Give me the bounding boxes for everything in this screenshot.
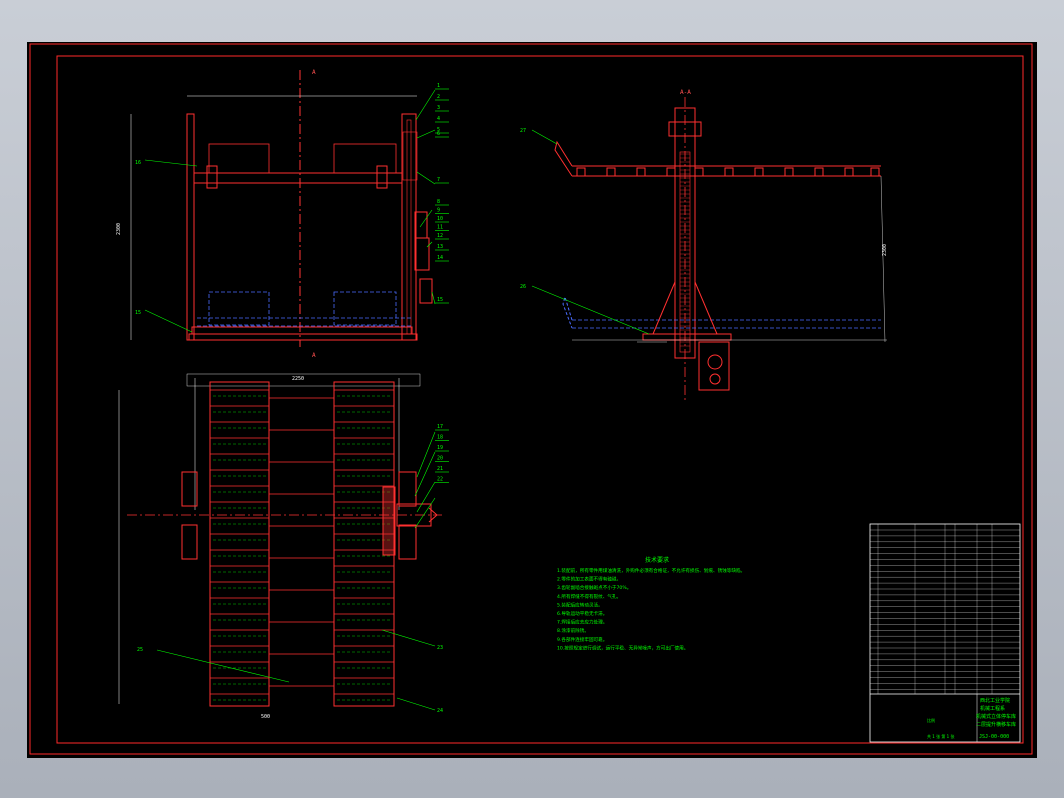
- callout-label: 6: [437, 131, 440, 137]
- svg-text:A: A: [312, 69, 316, 76]
- callout-label: 11: [437, 225, 443, 231]
- side-section-view: A-A 2300 27 26: [520, 89, 888, 402]
- callout-label: 18: [437, 435, 443, 441]
- technical-requirements: 技术要求 1.装配前，所有零件用煤油清洗，外购件必须有合格证，不允许有损伤、划痕…: [557, 556, 745, 651]
- callout-label: 2: [437, 94, 440, 100]
- outer-border: [29, 43, 1033, 755]
- callout-label: 26: [520, 284, 526, 290]
- drawing-canvas: A A 2300 1234567891011121314151615 2250 …: [29, 43, 1033, 755]
- callout-label: 14: [437, 255, 443, 261]
- plan-view: 2250 500 17 18 19 20 21 22 23 24 25: [118, 373, 449, 720]
- callout-label: 16: [135, 160, 141, 166]
- tech-note: 10.按照规定进行调试，运行平稳、无异常噪声，方可出厂使用。: [557, 644, 688, 651]
- callout-label: 9: [437, 208, 440, 214]
- callout-label: 15: [135, 310, 141, 316]
- tech-note: 1.装配前，所有零件用煤油清洗，外购件必须有合格证，不允许有损伤、划痕、锈蚀等缺…: [557, 567, 745, 574]
- tech-note: 7.焊接后应去应力处理。: [557, 619, 607, 626]
- svg-text:比例: 比例: [927, 717, 935, 723]
- callout-label: 1: [437, 83, 440, 89]
- side-callouts: 27 26: [520, 128, 526, 290]
- tech-note: 8.涂漆前除锈。: [557, 627, 589, 634]
- tech-note: 2.零件的加工表面不得有磕碰。: [557, 576, 621, 583]
- title-school: 西北工业学院: [980, 697, 1010, 704]
- svg-text:2300: 2300: [882, 244, 888, 256]
- title-name2: 二层提升横移车库: [976, 721, 1016, 728]
- tech-notes: 1.装配前，所有零件用煤油清洗，外购件必须有合格证，不允许有损伤、划痕、锈蚀等缺…: [557, 567, 745, 651]
- callout-label: 3: [437, 105, 440, 111]
- parts-list-title-block: 西北工业学院 机械工程系 机械式立体停车库 二层提升横移车库 JSJ-00-00…: [869, 523, 1021, 743]
- callout-label: 8: [437, 199, 440, 205]
- front-view: A A 2300 1234567891011121314151615: [116, 69, 449, 359]
- cad-viewport[interactable]: A A 2300 1 2 3 4 5 6 7 8 9 10 11 12 13 1…: [27, 42, 1037, 758]
- tech-note: 5.装配后应转动灵活。: [557, 601, 603, 608]
- callout-label: 7: [437, 177, 440, 183]
- callout-label: 20: [437, 456, 443, 462]
- callout-label: 25: [137, 647, 143, 653]
- tech-note: 4.所有焊缝不得有裂纹、气孔。: [557, 593, 621, 600]
- tech-note: 3.齿轮副啮合接触斑点不小于70%。: [557, 584, 631, 591]
- callout-label: 13: [437, 244, 443, 250]
- callout-label: 27: [520, 128, 526, 134]
- callout-label: 17: [437, 424, 443, 430]
- tech-title: 技术要求: [645, 556, 669, 564]
- sheet-count: 共 1 张 第 1 张: [927, 733, 954, 739]
- callout-label: 24: [437, 708, 443, 714]
- callout-label: 15: [437, 297, 443, 303]
- title-name: 机械式立体停车库: [976, 713, 1016, 720]
- callout-label: 19: [437, 445, 443, 451]
- callout-label: 22: [437, 477, 443, 483]
- title-dept: 机械工程系: [980, 705, 1005, 712]
- svg-text:500: 500: [261, 714, 270, 720]
- svg-text:A: A: [312, 352, 316, 359]
- plan-callouts: 17 18 19 20 21 22 23 24 25: [137, 424, 449, 714]
- tech-note: 9.各部件连接牢固可靠。: [557, 636, 607, 643]
- callout-label: 12: [437, 233, 443, 239]
- svg-text:2250: 2250: [292, 376, 304, 382]
- svg-text:A-A: A-A: [680, 89, 691, 96]
- callout-label: 21: [437, 466, 443, 472]
- drawing-number: JSJ-00-000: [979, 734, 1009, 740]
- callout-label: 4: [437, 116, 440, 122]
- tech-note: 6.导轨运动平稳无卡滞。: [557, 610, 607, 617]
- callout-label: 10: [437, 216, 443, 222]
- svg-text:2300: 2300: [116, 223, 122, 235]
- callout-label: 23: [437, 645, 443, 651]
